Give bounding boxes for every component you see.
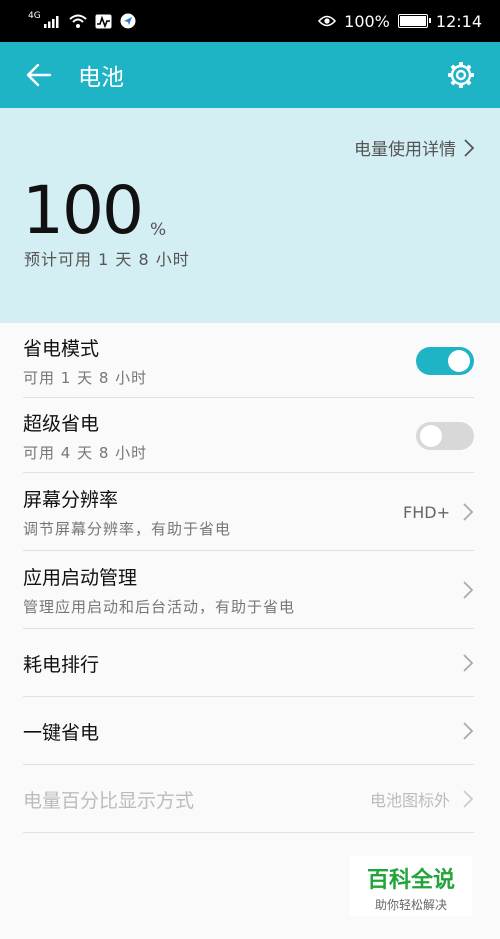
battery-summary-card: 电量使用详情 100 % 预计可用 1 天 8 小时 [0,108,500,323]
gear-icon [448,62,474,88]
watermark-sub: 助你轻松解决 [374,898,447,912]
status-bar-right: 100% 12:14 [318,12,482,31]
activity-icon [95,14,112,28]
settings-list: 省电模式 可用 1 天 8 小时 超级省电 可用 4 天 8 小时 屏幕分辨率 … [0,323,500,833]
settings-button[interactable] [422,42,500,108]
network-type: 4G [28,10,41,21]
back-button[interactable] [0,42,78,108]
status-bar: 4G 100% 12:14 [0,0,500,42]
battery-icon [397,14,431,28]
setting-power-ranking[interactable]: 耗电排行 [0,629,500,697]
back-arrow-icon [26,63,52,87]
status-bar-left: 4G [28,10,136,29]
page-title: 电池 [78,65,124,91]
chevron-right-icon [463,503,474,521]
chevron-right-icon [464,138,474,157]
chevron-right-icon [463,654,474,672]
battery-percent-value: 100 [22,172,144,249]
eye-icon [318,15,337,27]
battery-estimate: 预计可用 1 天 8 小时 [24,250,190,269]
wifi-icon [69,14,87,28]
usage-details-link[interactable]: 电量使用详情 [354,135,474,160]
setting-percentage-display: 电量百分比显示方式 电池图标外 [0,765,500,833]
ultra-power-saving-toggle[interactable] [416,421,474,450]
signal-icon [43,16,59,28]
setting-title: 应用启动管理 [23,567,138,589]
setting-value: 电池图标外 [369,791,450,810]
chevron-right-icon [463,722,474,740]
battery-percent: 100% [344,11,390,31]
watermark-logo: 百科全说 助你轻松解决 [350,856,472,916]
setting-subtitle: 管理应用启动和后台活动，有助于省电 [23,598,296,616]
app-bar: 电池 [0,42,500,108]
setting-title: 耗电排行 [23,653,100,676]
power-saving-toggle[interactable] [416,346,474,375]
setting-one-tap-saving[interactable]: 一键省电 [0,697,500,765]
usage-details-label: 电量使用详情 [354,140,456,160]
chevron-right-icon [463,790,474,808]
navigation-icon [120,13,136,29]
battery-level: 100 % [22,176,166,246]
setting-power-saving-mode[interactable]: 省电模式 可用 1 天 8 小时 [0,323,500,398]
clock: 12:14 [435,11,482,31]
setting-title: 一键省电 [23,721,100,744]
chevron-right-icon [463,581,474,599]
battery-percent-unit: % [149,220,167,240]
setting-screen-resolution[interactable]: 屏幕分辨率 调节屏幕分辨率，有助于省电 FHD+ [0,473,500,551]
setting-app-launch[interactable]: 应用启动管理 管理应用启动和后台活动，有助于省电 [0,551,500,629]
watermark-main: 百科全说 [366,868,455,893]
setting-ultra-power-saving[interactable]: 超级省电 可用 4 天 8 小时 [0,398,500,473]
setting-value: FHD+ [403,502,450,522]
